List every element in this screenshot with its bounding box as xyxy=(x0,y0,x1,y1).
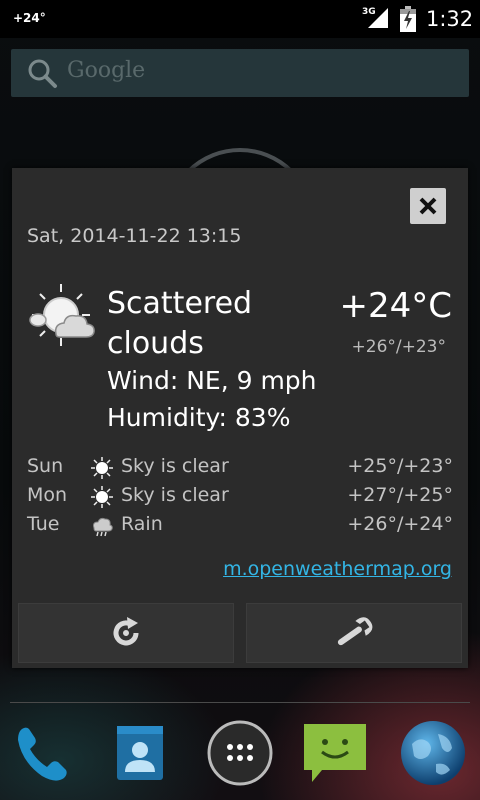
forecast-temperature: +27°/+25° xyxy=(347,484,453,506)
forecast-description: Rain xyxy=(121,513,163,535)
openweathermap-link[interactable]: m.openweathermap.org xyxy=(223,558,452,580)
contacts-icon[interactable] xyxy=(105,718,175,788)
weather-datetime: Sat, 2014-11-22 13:15 xyxy=(27,225,242,247)
forecast-row: Tue Rain +26°/+24° xyxy=(27,513,453,539)
forecast-temperature: +26°/+24° xyxy=(347,513,453,535)
current-temperature: +24°C xyxy=(339,286,453,326)
search-icon[interactable] xyxy=(26,57,58,89)
partly-cloudy-icon xyxy=(29,284,95,346)
search-placeholder[interactable]: Google xyxy=(67,58,145,83)
wrench-icon xyxy=(337,617,373,646)
forecast-day: Tue xyxy=(27,513,60,535)
rain-icon xyxy=(93,517,113,537)
refresh-icon xyxy=(113,617,139,646)
sun-icon xyxy=(91,486,113,508)
status-bar: +24° 3G 1:32 xyxy=(0,0,480,38)
phone-icon[interactable] xyxy=(8,718,78,788)
network-type-label: 3G xyxy=(362,7,376,17)
dock-divider xyxy=(10,702,470,703)
close-icon xyxy=(419,197,437,215)
current-condition: Scattered clouds xyxy=(107,286,253,361)
app-drawer-icon[interactable] xyxy=(205,718,275,788)
forecast-description: Sky is clear xyxy=(121,484,229,506)
current-high-low: +26°/+23° xyxy=(351,337,446,357)
forecast-row: Mon Sky is clear +27°/+25° xyxy=(27,484,453,510)
battery-charging-icon xyxy=(400,6,416,32)
close-button[interactable] xyxy=(410,188,446,224)
forecast-row: Sun Sky is clear +25°/+23° xyxy=(27,455,453,481)
browser-globe-icon[interactable] xyxy=(398,718,468,788)
current-wind: Wind: NE, 9 mph xyxy=(107,366,317,395)
current-humidity: Humidity: 83% xyxy=(107,403,291,432)
status-temperature: +24° xyxy=(13,11,46,25)
forecast-day: Mon xyxy=(27,484,68,506)
messaging-icon[interactable] xyxy=(300,718,370,788)
sun-icon xyxy=(91,457,113,479)
forecast-day: Sun xyxy=(27,455,64,477)
forecast-description: Sky is clear xyxy=(121,455,229,477)
forecast-temperature: +25°/+23° xyxy=(347,455,453,477)
settings-button[interactable] xyxy=(246,603,462,663)
status-clock: 1:32 xyxy=(426,7,474,31)
refresh-button[interactable] xyxy=(18,603,234,663)
